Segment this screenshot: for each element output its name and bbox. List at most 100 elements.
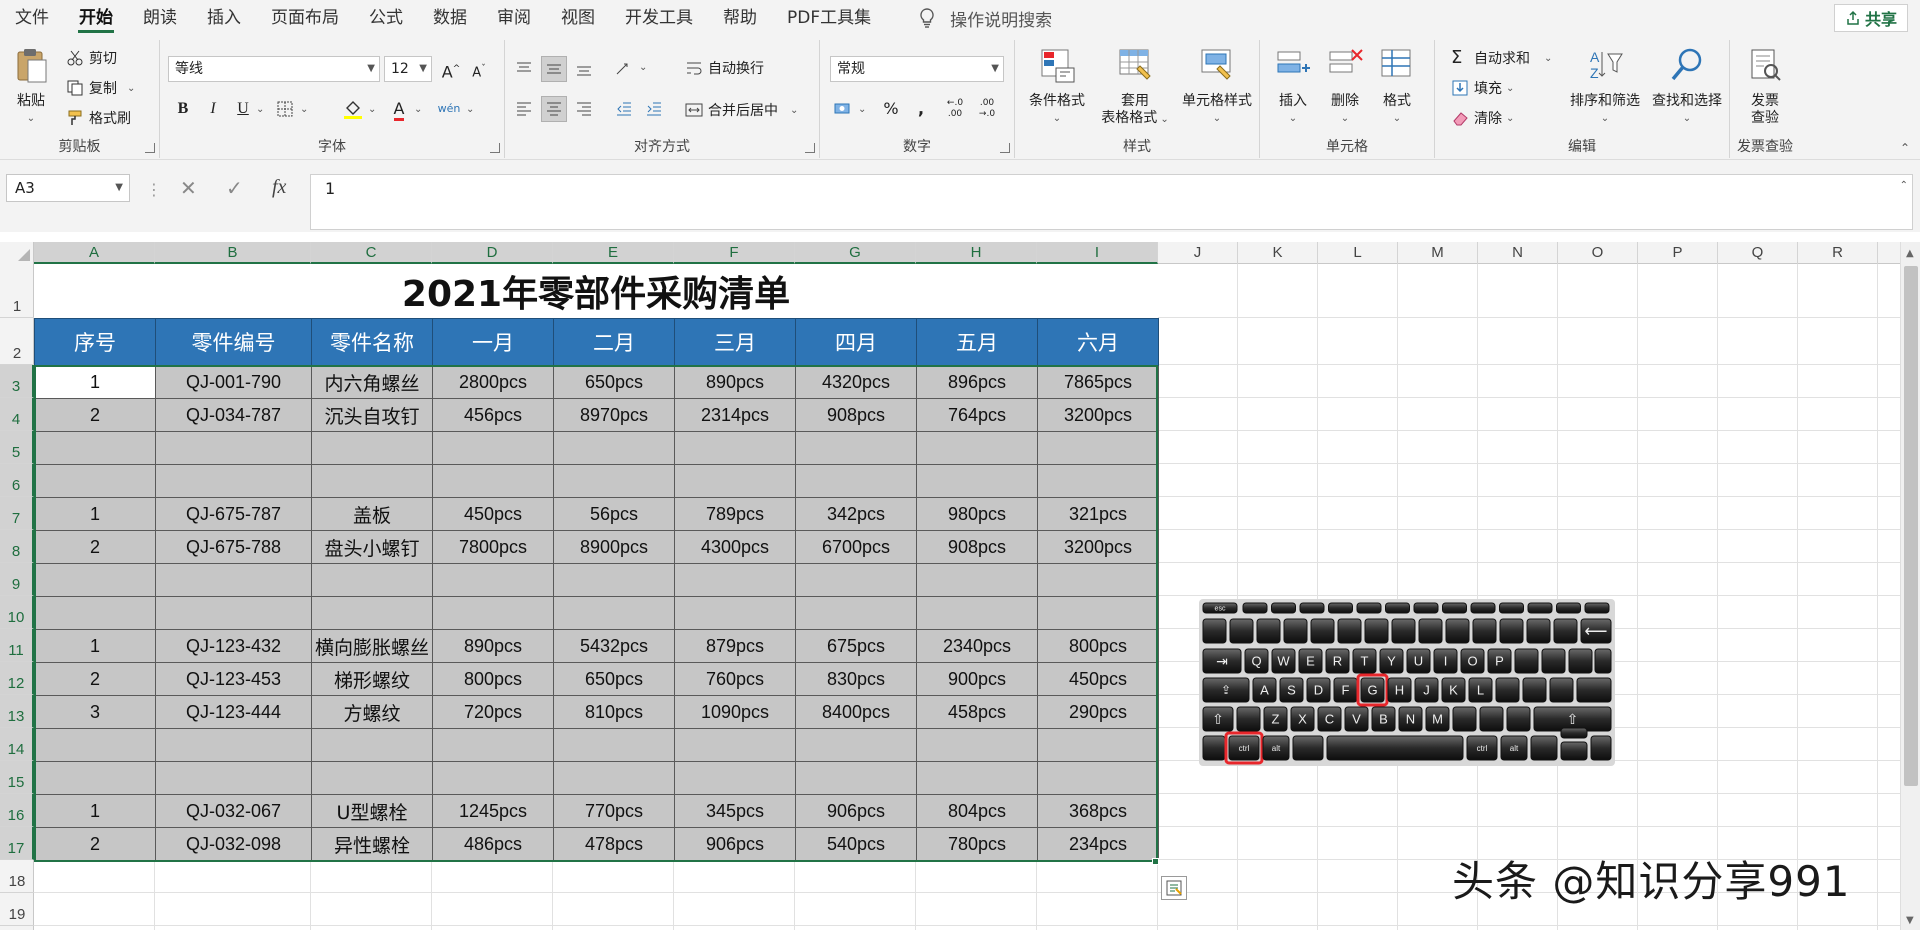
table-cell[interactable]: 804pcs — [916, 794, 1038, 828]
table-header-cell[interactable]: 四月 — [795, 318, 917, 366]
share-button[interactable]: 共享 — [1833, 4, 1908, 32]
table-cell[interactable] — [553, 464, 675, 498]
dialog-launcher-icon[interactable] — [145, 143, 155, 153]
grow-font-button[interactable]: A^ — [438, 56, 464, 82]
column-header-d[interactable]: D — [432, 242, 553, 264]
table-cell[interactable]: 8900pcs — [553, 530, 675, 564]
table-cell[interactable]: U型螺栓 — [311, 794, 433, 828]
cut-button[interactable]: 剪切 — [66, 48, 117, 68]
table-cell[interactable]: 478pcs — [553, 827, 675, 861]
column-header-l[interactable]: L — [1318, 242, 1398, 264]
font-color-button[interactable]: A — [386, 96, 412, 122]
format-cells-button[interactable]: 格式 ⌄ — [1372, 46, 1422, 127]
table-cell[interactable] — [795, 761, 917, 795]
table-cell[interactable]: 56pcs — [553, 497, 675, 531]
dialog-launcher-icon[interactable] — [805, 143, 815, 153]
menu-pdf-tools[interactable]: PDF工具集 — [772, 0, 886, 36]
table-cell[interactable] — [916, 761, 1038, 795]
accounting-format-button[interactable] — [830, 96, 856, 122]
table-cell[interactable] — [674, 596, 796, 630]
table-cell[interactable]: QJ-034-787 — [155, 398, 312, 432]
column-header-h[interactable]: H — [916, 242, 1037, 264]
table-cell[interactable]: 3 — [34, 695, 156, 729]
table-cell[interactable]: 908pcs — [916, 530, 1038, 564]
cell-styles-button[interactable]: 单元格样式 ⌄ — [1175, 46, 1259, 127]
table-cell[interactable] — [1037, 431, 1159, 465]
table-cell[interactable]: QJ-032-098 — [155, 827, 312, 861]
table-cell[interactable]: 盘头小螺钉 — [311, 530, 433, 564]
table-cell[interactable] — [34, 596, 156, 630]
italic-button[interactable]: I — [200, 96, 226, 122]
row-header-2[interactable]: 2 — [0, 318, 34, 365]
row-header-15[interactable]: 15 — [0, 761, 34, 794]
table-cell[interactable] — [795, 563, 917, 597]
table-cell[interactable]: 梯形螺纹 — [311, 662, 433, 696]
table-cell[interactable]: 8970pcs — [553, 398, 675, 432]
table-cell[interactable]: 1 — [34, 794, 156, 828]
row-header-1[interactable]: 1 — [0, 264, 34, 318]
column-header-c[interactable]: C — [311, 242, 432, 264]
sort-filter-button[interactable]: AZ 排序和筛选 ⌄ — [1563, 46, 1647, 127]
table-cell[interactable]: 906pcs — [795, 794, 917, 828]
table-cell[interactable]: 沉头自攻钉 — [311, 398, 433, 432]
table-cell[interactable]: 458pcs — [916, 695, 1038, 729]
table-cell[interactable]: 1 — [34, 497, 156, 531]
format-as-table-button[interactable]: 套用 表格格式 ⌄ — [1097, 46, 1173, 128]
table-cell[interactable] — [553, 596, 675, 630]
table-cell[interactable] — [34, 728, 156, 762]
table-cell[interactable]: 盖板 — [311, 497, 433, 531]
column-header-e[interactable]: E — [553, 242, 674, 264]
table-cell[interactable]: 5432pcs — [553, 629, 675, 663]
shrink-font-button[interactable]: Aˇ — [466, 56, 492, 82]
menu-page-layout[interactable]: 页面布局 — [256, 0, 354, 36]
row-header-18[interactable]: 18 — [0, 860, 34, 893]
format-painter-button[interactable]: 格式刷 — [66, 108, 131, 128]
row-header-19[interactable]: 19 — [0, 893, 34, 926]
column-header-r[interactable]: R — [1798, 242, 1878, 264]
table-cell[interactable] — [34, 464, 156, 498]
table-cell[interactable] — [155, 563, 312, 597]
table-cell[interactable]: 3200pcs — [1037, 398, 1159, 432]
table-cell[interactable]: 方螺纹 — [311, 695, 433, 729]
row-header-11[interactable]: 11 — [0, 629, 34, 662]
menu-insert[interactable]: 插入 — [192, 0, 256, 36]
table-cell[interactable]: 780pcs — [916, 827, 1038, 861]
table-cell[interactable]: 2800pcs — [432, 365, 554, 399]
table-cell[interactable]: 内六角螺丝 — [311, 365, 433, 399]
insert-cells-button[interactable]: 插入 ⌄ — [1268, 46, 1318, 127]
table-header-cell[interactable]: 一月 — [432, 318, 554, 366]
row-header-10[interactable]: 10 — [0, 596, 34, 629]
table-header-cell[interactable]: 六月 — [1037, 318, 1159, 366]
table-cell[interactable]: 800pcs — [1037, 629, 1159, 663]
table-header-cell[interactable]: 零件编号 — [155, 318, 312, 366]
table-cell[interactable]: 2 — [34, 398, 156, 432]
menu-home[interactable]: 开始 — [64, 0, 128, 36]
table-cell[interactable]: 4300pcs — [674, 530, 796, 564]
collapse-ribbon-icon[interactable]: ⌃ — [1900, 141, 1910, 155]
menu-file[interactable]: 文件 — [0, 0, 64, 36]
table-cell[interactable]: 908pcs — [795, 398, 917, 432]
table-cell[interactable] — [795, 431, 917, 465]
table-cell[interactable]: 486pcs — [432, 827, 554, 861]
clear-button[interactable]: 清除 ⌄ — [1451, 108, 1514, 128]
menu-formulas[interactable]: 公式 — [354, 0, 418, 36]
table-cell[interactable]: 830pcs — [795, 662, 917, 696]
quick-analysis-button[interactable] — [1161, 876, 1187, 900]
dialog-launcher-icon[interactable] — [490, 143, 500, 153]
table-cell[interactable]: 890pcs — [432, 629, 554, 663]
table-cell[interactable]: 7800pcs — [432, 530, 554, 564]
table-cell[interactable]: QJ-123-432 — [155, 629, 312, 663]
underline-button[interactable]: U — [230, 96, 256, 122]
table-cell[interactable]: 450pcs — [1037, 662, 1159, 696]
table-cell[interactable]: 1245pcs — [432, 794, 554, 828]
table-cell[interactable]: 906pcs — [674, 827, 796, 861]
table-cell[interactable] — [155, 728, 312, 762]
number-format-select[interactable]: 常规 ▼ — [830, 56, 1004, 82]
table-cell[interactable]: 540pcs — [795, 827, 917, 861]
table-cell[interactable] — [155, 761, 312, 795]
menu-read-aloud[interactable]: 朗读 — [128, 0, 192, 36]
table-cell[interactable]: 770pcs — [553, 794, 675, 828]
table-cell[interactable] — [674, 728, 796, 762]
table-cell[interactable]: QJ-032-067 — [155, 794, 312, 828]
wrap-text-button[interactable]: 自动换行 — [685, 58, 764, 78]
